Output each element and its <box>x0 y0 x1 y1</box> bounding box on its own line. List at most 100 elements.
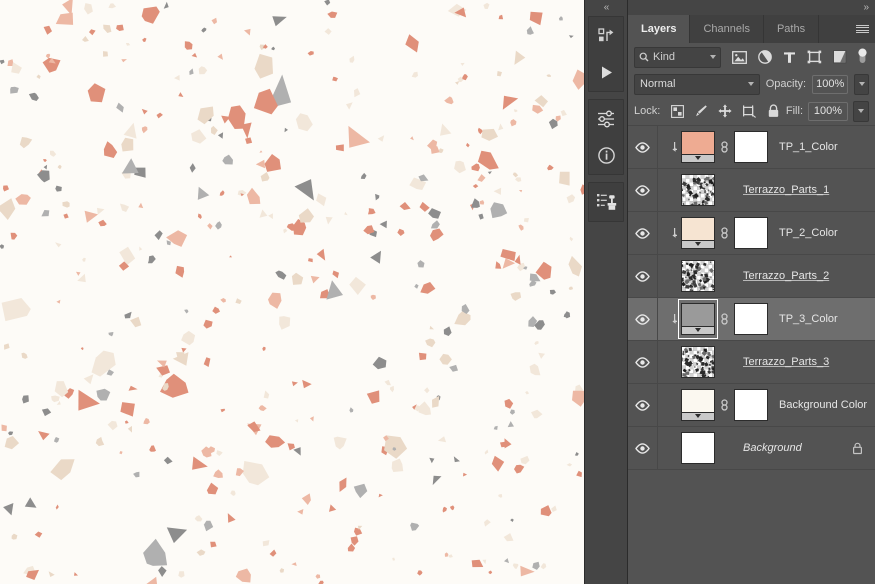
layer-thumbnail[interactable] <box>680 215 716 251</box>
layer-thumbnail[interactable] <box>678 299 718 339</box>
info-icon[interactable] <box>591 142 621 168</box>
layer-visibility-toggle[interactable] <box>628 384 658 426</box>
layer-name[interactable]: TP_2_Color <box>779 227 875 239</box>
blend-mode-select[interactable]: Normal <box>634 73 760 95</box>
layer-row[interactable]: TP_2_Color <box>628 212 875 255</box>
layer-mask-thumbnail[interactable] <box>733 301 769 337</box>
layer-row[interactable]: Background Color <box>628 384 875 427</box>
panel-tab-bar: Layers Channels Paths <box>628 15 875 43</box>
layer-name[interactable]: Background <box>743 442 852 454</box>
photoshop-window: « » Layers Channels Paths Kind Normal Op… <box>0 0 875 584</box>
layer-thumbnail[interactable] <box>680 344 716 380</box>
layer-visibility-toggle[interactable] <box>628 169 658 211</box>
pixel-layer-icon-svg <box>732 50 747 64</box>
clipping-mask-arrow-icon <box>667 227 680 239</box>
clone-source-stamp-icon[interactable] <box>591 189 621 215</box>
layer-name[interactable]: Terrazzo_Parts_2 <box>743 270 875 282</box>
search-icon <box>639 52 649 62</box>
eye-icon-svg <box>635 141 650 153</box>
tab-layers[interactable]: Layers <box>628 15 691 43</box>
layer-thumbnail[interactable] <box>680 430 716 466</box>
solid-fill-thumbnail <box>681 303 715 335</box>
layer-row[interactable]: TP_1_Color <box>628 126 875 169</box>
brush-icon-svg <box>696 105 708 117</box>
lock-position-move-icon[interactable] <box>713 100 737 122</box>
layer-row[interactable]: Terrazzo_Parts_2 <box>628 255 875 298</box>
layer-visibility-toggle[interactable] <box>628 126 658 168</box>
filter-enable-toggle[interactable] <box>855 46 869 68</box>
play-icon[interactable] <box>591 59 621 85</box>
layer-thumbnails <box>658 258 733 294</box>
layer-mask-thumbnail[interactable] <box>733 129 769 165</box>
fill-input[interactable]: 100% <box>808 101 848 121</box>
background-thumbnail <box>681 432 715 464</box>
solid-fill-thumbnail <box>681 389 715 421</box>
layer-row[interactable]: Background <box>628 427 875 470</box>
fill-layer-bar <box>682 326 714 334</box>
lock-image-pixels-brush-icon[interactable] <box>689 100 713 122</box>
filter-kind-select[interactable]: Kind <box>634 46 721 68</box>
layer-name[interactable]: TP_3_Color <box>779 313 875 325</box>
layer-visibility-toggle[interactable] <box>628 427 658 469</box>
smart-object-icon-svg <box>832 50 846 64</box>
lock-all-padlock-icon[interactable] <box>761 100 785 122</box>
layer-row[interactable]: Terrazzo_Parts_3 <box>628 341 875 384</box>
chevron-down-icon <box>858 109 864 113</box>
layer-mask-thumbnail[interactable] <box>733 387 769 423</box>
layer-thumbnail[interactable] <box>680 387 716 423</box>
solid-fill-thumbnail <box>681 217 715 249</box>
rail-collapse-button[interactable]: « <box>585 0 627 16</box>
pattern-thumbnail-svg <box>682 261 714 291</box>
layer-row[interactable]: Terrazzo_Parts_1 <box>628 169 875 212</box>
filter-smart-object-icon[interactable] <box>827 46 852 68</box>
layer-name[interactable]: Terrazzo_Parts_1 <box>743 184 875 196</box>
filter-kind-value: Kind <box>653 51 676 63</box>
pattern-thumbnail-svg <box>682 347 714 377</box>
filter-shape-icon[interactable] <box>802 46 827 68</box>
panel-menu-icon[interactable] <box>849 15 875 43</box>
tab-channels[interactable]: Channels <box>690 15 764 43</box>
chevron-down-icon <box>710 55 716 59</box>
layer-name[interactable]: Background Color <box>779 399 875 411</box>
history-icon[interactable] <box>591 23 621 49</box>
filter-type-icon[interactable] <box>777 46 802 68</box>
layer-visibility-toggle[interactable] <box>628 255 658 297</box>
layer-mask-link-icon[interactable] <box>718 139 731 155</box>
panel-expand-button[interactable]: » <box>863 2 868 13</box>
layer-visibility-toggle[interactable] <box>628 341 658 383</box>
opacity-input[interactable]: 100% <box>812 74 849 94</box>
mask-swatch <box>734 389 768 421</box>
document-canvas[interactable] <box>0 0 584 584</box>
clone-stamp-icon-svg <box>596 194 616 210</box>
play-icon-svg <box>601 66 612 78</box>
fill-group: Fill: 100% <box>786 100 869 122</box>
layer-list[interactable]: TP_1_Color Terrazzo_Parts_1 TP_2_Color Terr… <box>628 125 875 584</box>
opacity-stepper[interactable] <box>854 73 870 95</box>
chevron-down-icon <box>858 82 865 86</box>
layer-name[interactable]: Terrazzo_Parts_3 <box>743 356 875 368</box>
layer-thumbnail[interactable] <box>680 172 716 208</box>
layer-row[interactable]: TP_3_Color <box>628 298 875 341</box>
lock-transparent-pixels-icon[interactable] <box>665 100 689 122</box>
layer-name[interactable]: TP_1_Color <box>779 141 875 153</box>
filter-adjustment-icon[interactable] <box>752 46 777 68</box>
link-icon-svg <box>721 313 728 325</box>
layer-thumbnail[interactable] <box>680 258 716 294</box>
layer-visibility-toggle[interactable] <box>628 298 658 340</box>
eye-icon-svg <box>635 313 650 325</box>
sliders-icon-svg <box>598 110 614 128</box>
filter-pixel-icon[interactable] <box>727 46 752 68</box>
layer-mask-link-icon[interactable] <box>718 225 731 241</box>
layer-thumbnails <box>658 172 733 208</box>
terrazzo-artwork <box>0 0 584 584</box>
layer-visibility-toggle[interactable] <box>628 212 658 254</box>
tab-paths[interactable]: Paths <box>763 15 820 43</box>
fill-stepper[interactable] <box>853 100 869 122</box>
lock-label: Lock: <box>634 105 661 117</box>
lock-artboard-nesting-icon[interactable] <box>737 100 761 122</box>
layer-thumbnail[interactable] <box>680 129 716 165</box>
layer-mask-link-icon[interactable] <box>718 311 731 327</box>
layer-mask-link-icon[interactable] <box>718 397 731 413</box>
adjustments-sliders-icon[interactable] <box>591 106 621 132</box>
layer-mask-thumbnail[interactable] <box>733 215 769 251</box>
